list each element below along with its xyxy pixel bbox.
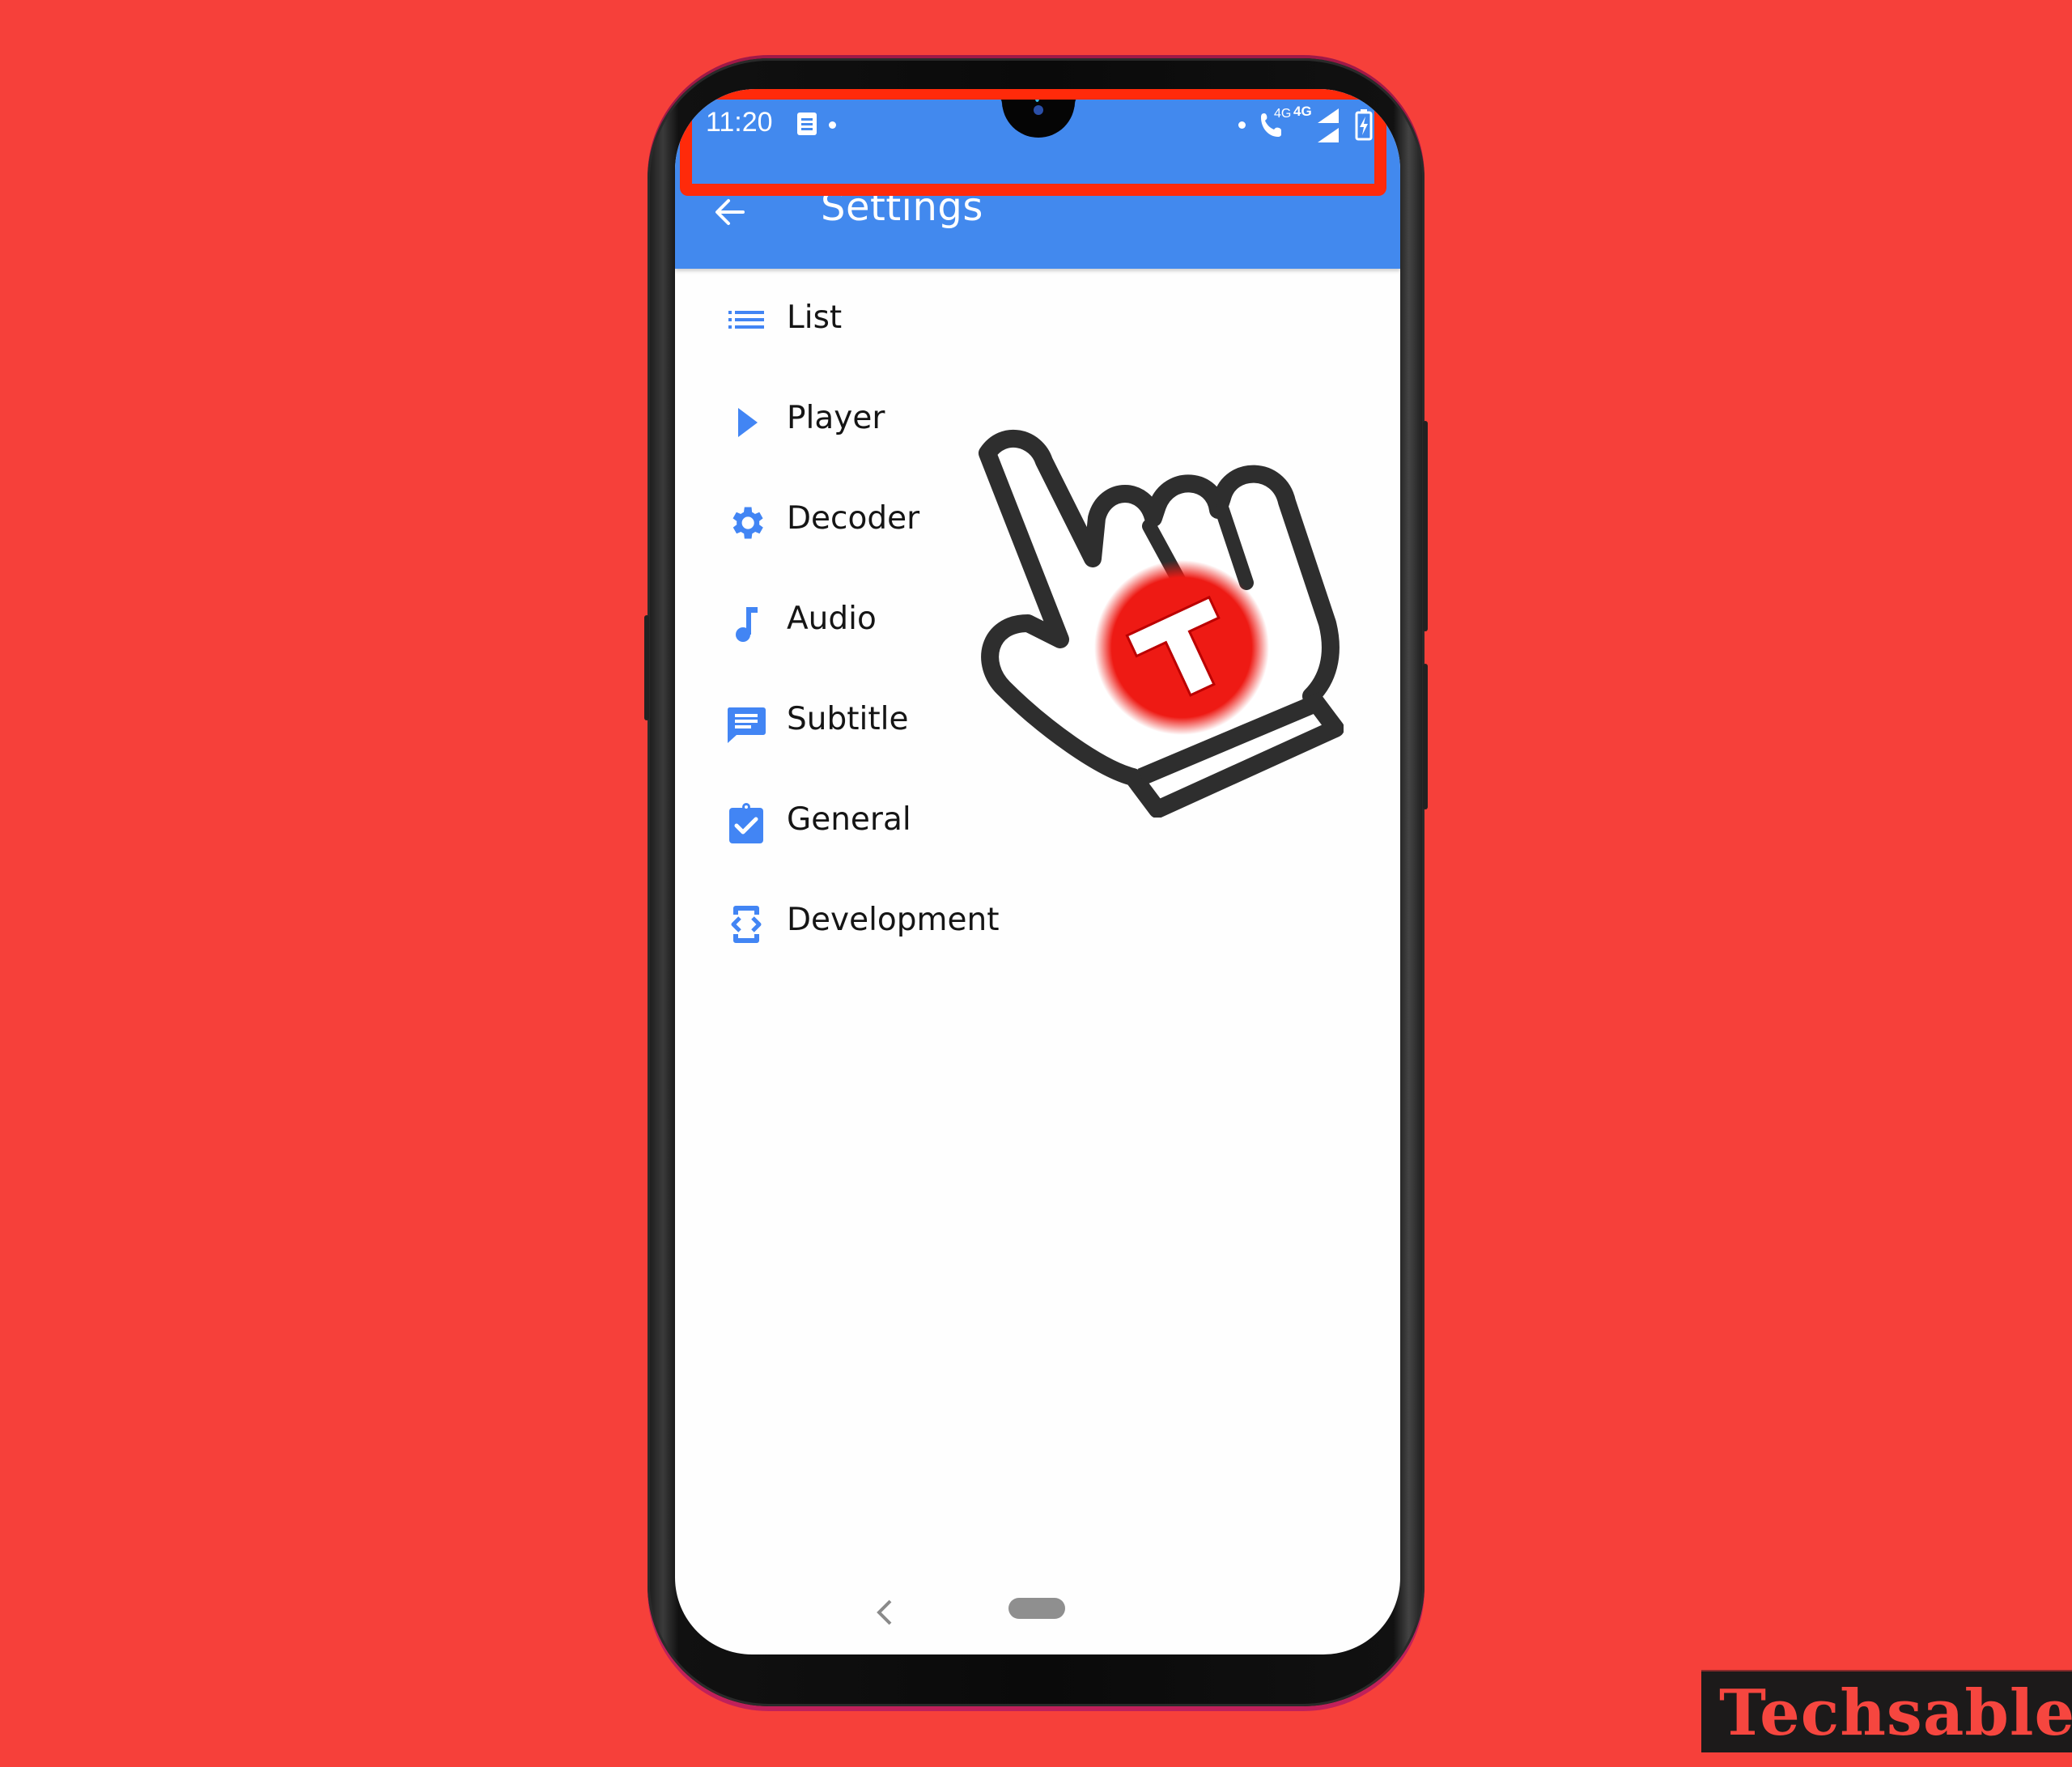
phone-screen: 11:20 4G 4G Settings List Player Decoder…	[675, 89, 1400, 1654]
play-icon	[738, 408, 758, 437]
gear-icon	[732, 507, 763, 539]
settings-item-label: Development	[787, 902, 1000, 938]
subtitle-message-icon	[727, 707, 766, 743]
nav-back-icon[interactable]	[873, 1596, 897, 1629]
list-icon	[728, 311, 764, 329]
home-pill[interactable]	[1008, 1598, 1065, 1619]
settings-item-list[interactable]: List	[675, 269, 1400, 369]
settings-item-label: Player	[787, 400, 885, 436]
arrow-back-icon[interactable]	[711, 193, 749, 231]
power-button	[1423, 421, 1428, 631]
volume-button	[644, 615, 649, 720]
music-note-icon	[736, 607, 758, 642]
settings-item-label: Audio	[787, 601, 877, 637]
watermark: Techsable	[1701, 1670, 2072, 1752]
settings-item-label: List	[787, 299, 843, 336]
clipboard-check-icon	[729, 803, 763, 843]
side-button	[1423, 664, 1428, 809]
settings-item-label: Subtitle	[787, 701, 909, 737]
hand-pointer-icon: T	[979, 430, 1344, 818]
settings-item-label: Decoder	[787, 500, 920, 537]
player-highlight-box	[680, 89, 1386, 196]
settings-item-development[interactable]: Development	[675, 871, 1400, 971]
settings-item-label: General	[787, 801, 911, 838]
developer-code-icon	[731, 906, 762, 943]
watermark-text: Techsable	[1719, 1676, 2072, 1750]
